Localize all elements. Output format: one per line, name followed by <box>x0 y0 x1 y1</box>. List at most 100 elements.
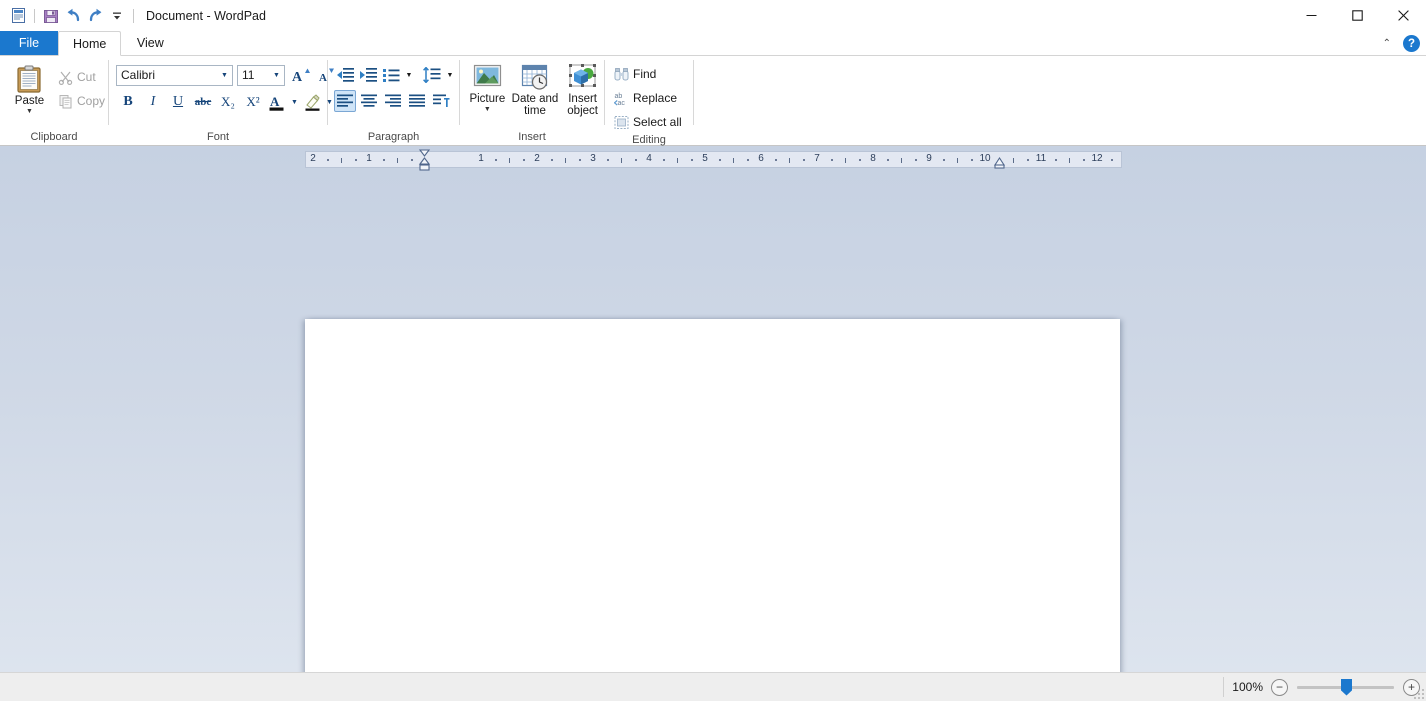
line-spacing-button[interactable] <box>421 64 443 86</box>
ruler-tick-mark <box>397 158 398 163</box>
bullets-button[interactable] <box>380 64 402 86</box>
first-line-indent-marker[interactable] <box>418 148 431 172</box>
ruler-tick-label: 12 <box>1091 153 1103 164</box>
document-workspace: 2 1 1 2 3 4 5 6 7 8 9 10 11 12 <box>0 146 1426 672</box>
underline-button[interactable]: U <box>166 91 190 113</box>
ruler-tick-label: 11 <box>1035 153 1047 164</box>
ruler-tick-mark <box>845 158 846 163</box>
ruler-tick-mark <box>495 159 497 161</box>
underline-label: U <box>172 94 184 109</box>
select-all-icon <box>614 115 629 130</box>
zoom-out-button[interactable]: − <box>1271 678 1288 696</box>
ruler-tick-label: 6 <box>758 153 764 164</box>
zoom-percent-label: 100% <box>1232 680 1263 694</box>
ruler-tick-mark <box>1069 158 1070 163</box>
italic-button[interactable]: I <box>141 91 165 113</box>
paste-dropdown-icon[interactable]: ▼ <box>26 108 33 115</box>
text-color-button[interactable]: A <box>266 91 288 113</box>
ribbon-filler <box>694 56 1426 145</box>
collapse-ribbon-icon[interactable]: ⌃ <box>1379 38 1395 49</box>
text-highlight-button[interactable] <box>301 91 323 113</box>
ribbon-group-paragraph: ▼ ▼ Paragraph <box>328 56 459 145</box>
ruler-tick-mark <box>635 159 637 161</box>
minimize-button[interactable] <box>1288 0 1334 31</box>
status-bar: 100% − + <box>0 672 1426 701</box>
ruler-tick-label: 3 <box>590 153 596 164</box>
document-text[interactable] <box>305 319 1120 672</box>
select-all-button[interactable]: Select all <box>611 111 685 133</box>
zoom-slider[interactable] <box>1297 678 1394 696</box>
paste-button[interactable]: Paste ▼ <box>6 61 53 115</box>
ruler-tick-label: 1 <box>366 153 372 164</box>
redo-button[interactable] <box>84 5 106 27</box>
resize-grip[interactable] <box>1412 687 1424 699</box>
title-divider <box>133 8 134 23</box>
ruler-tick-mark <box>691 159 693 161</box>
svg-text:A: A <box>270 94 280 109</box>
window-controls <box>1288 0 1426 31</box>
ruler-tick-mark <box>383 159 385 161</box>
tab-file[interactable]: File <box>0 31 58 55</box>
ribbon-tabs-right: ⌃ ? <box>1379 31 1420 56</box>
status-divider <box>1223 677 1225 697</box>
save-button[interactable] <box>40 5 62 27</box>
customize-quick-access-icon[interactable] <box>106 5 128 27</box>
find-button[interactable]: Find <box>611 63 659 85</box>
help-icon[interactable]: ? <box>1403 35 1420 52</box>
ruler-tick-label: 7 <box>814 153 820 164</box>
font-group-label: Font <box>206 131 229 143</box>
wordpad-icon[interactable] <box>7 5 29 27</box>
ruler-tick-mark <box>775 159 777 161</box>
tab-view[interactable]: View <box>121 31 179 55</box>
date-and-time-button[interactable]: Date and time <box>511 61 560 117</box>
svg-text:A: A <box>319 72 327 84</box>
italic-label: I <box>150 94 156 109</box>
font-family-select[interactable]: Calibri ▼ <box>116 64 233 86</box>
undo-button[interactable] <box>62 5 84 27</box>
cut-button[interactable]: Cut <box>55 66 108 88</box>
ruler-tick-label: 2 <box>310 153 316 164</box>
align-left-button[interactable] <box>334 90 356 112</box>
subscript-button[interactable]: X₂ <box>216 91 240 113</box>
font-size-select[interactable]: 11 ▼ <box>237 64 285 86</box>
scissors-icon <box>58 70 73 85</box>
document-page[interactable] <box>305 319 1120 672</box>
paragraph-settings-button[interactable] <box>430 90 452 112</box>
line-spacing-dropdown[interactable]: ▼ <box>444 64 456 86</box>
align-center-button[interactable] <box>358 90 380 112</box>
picture-dropdown-icon[interactable]: ▼ <box>484 106 491 113</box>
chevron-down-icon: ▼ <box>291 98 298 106</box>
grow-font-button[interactable]: A <box>289 64 311 86</box>
ruler-tick-mark <box>565 158 566 163</box>
bold-button[interactable]: B <box>116 91 140 113</box>
ribbon-group-font: Calibri ▼ 11 ▼ A A B I U abc X₂ X² A ▼ ▼… <box>109 56 334 145</box>
select-all-label: Select all <box>633 115 682 129</box>
copy-icon <box>58 94 73 109</box>
insert-object-button[interactable]: Insert object <box>561 61 604 117</box>
justify-button[interactable] <box>406 90 428 112</box>
copy-button[interactable]: Copy <box>55 90 108 112</box>
replace-button[interactable]: ab ac Replace <box>611 87 680 109</box>
decrease-indent-button[interactable] <box>334 64 356 86</box>
tab-home[interactable]: Home <box>58 31 122 56</box>
right-indent-marker[interactable] <box>993 156 1006 170</box>
ruler-tick-mark <box>663 159 665 161</box>
find-label: Find <box>633 67 657 81</box>
maximize-button[interactable] <box>1334 0 1380 31</box>
chevron-down-icon[interactable]: ▼ <box>269 72 284 79</box>
text-color-dropdown[interactable]: ▼ <box>289 91 300 113</box>
increase-indent-button[interactable] <box>357 64 379 86</box>
chevron-down-icon: ▼ <box>446 71 454 79</box>
strikethrough-button[interactable]: abc <box>191 91 215 113</box>
chevron-down-icon[interactable]: ▼ <box>217 72 232 79</box>
bullets-dropdown[interactable]: ▼ <box>403 64 415 86</box>
align-right-button[interactable] <box>382 90 404 112</box>
zoom-slider-thumb[interactable] <box>1341 678 1352 696</box>
paste-label: Paste <box>14 95 45 107</box>
chevron-down-icon: ▼ <box>405 71 413 79</box>
picture-button[interactable]: Picture ▼ <box>466 61 509 113</box>
superscript-button[interactable]: X² <box>241 91 265 113</box>
ruler-tick-mark <box>621 158 622 163</box>
ribbon-group-editing: Find ab ac Replace Select all Editing <box>605 56 693 146</box>
close-button[interactable] <box>1380 0 1426 31</box>
